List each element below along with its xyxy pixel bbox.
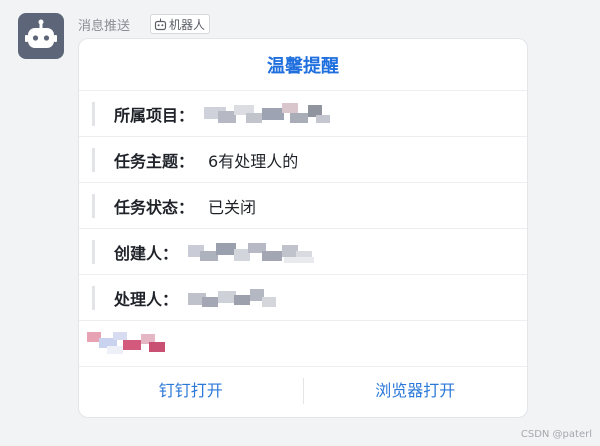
blurred-value [188, 287, 288, 309]
blurred-value [204, 102, 332, 125]
field-row-project: 所属项目： [79, 91, 527, 137]
field-row-assignee: 处理人： [79, 275, 527, 321]
field-label: 所属项目： [114, 105, 195, 125]
field-label: 任务状态： [114, 197, 195, 217]
field-label: 创建人： [114, 243, 179, 263]
robot-icon [25, 19, 57, 48]
open-in-browser-button[interactable]: 浏览器打开 [304, 367, 528, 415]
bot-tag-label: 机器人 [169, 17, 206, 32]
message-card: 温馨提醒 所属项目： 任务主题： 6有处理人的 任务状态： 已关闭 创建人： 处… [78, 38, 528, 418]
field-row-status: 任务状态： 已关闭 [79, 183, 527, 229]
open-in-dingtalk-button[interactable]: 钉钉打开 [79, 367, 303, 415]
field-value: 6有处理人的 [208, 151, 299, 171]
field-label: 任务主题： [114, 151, 195, 171]
field-label: 处理人： [114, 289, 179, 309]
chat-message: 消息推送 机器人 温馨提醒 所属项目： 任务主题： 6有处理人的 任务状态： 已… [0, 0, 600, 446]
field-accent-bar [92, 193, 95, 218]
robot-avatar[interactable] [18, 13, 64, 59]
sender-row: 消息推送 机器人 [78, 14, 211, 34]
blurred-value [188, 241, 320, 263]
field-accent-bar [92, 285, 95, 310]
watermark: CSDN @paterl [520, 429, 592, 440]
bot-tag: 机器人 [150, 14, 211, 34]
field-row-subject: 任务主题： 6有处理人的 [79, 137, 527, 183]
robot-icon [154, 18, 167, 30]
field-row-creator: 创建人： [79, 229, 527, 275]
blurred-value [87, 332, 169, 354]
field-accent-bar [92, 147, 95, 172]
blurred-note-row [79, 321, 527, 367]
card-title: 温馨提醒 [79, 39, 527, 91]
field-accent-bar [92, 239, 95, 264]
sender-name: 消息推送 [78, 18, 131, 34]
card-actions: 钉钉打开 浏览器打开 [79, 367, 527, 415]
field-accent-bar [92, 101, 95, 126]
field-value: 已关闭 [208, 197, 257, 217]
